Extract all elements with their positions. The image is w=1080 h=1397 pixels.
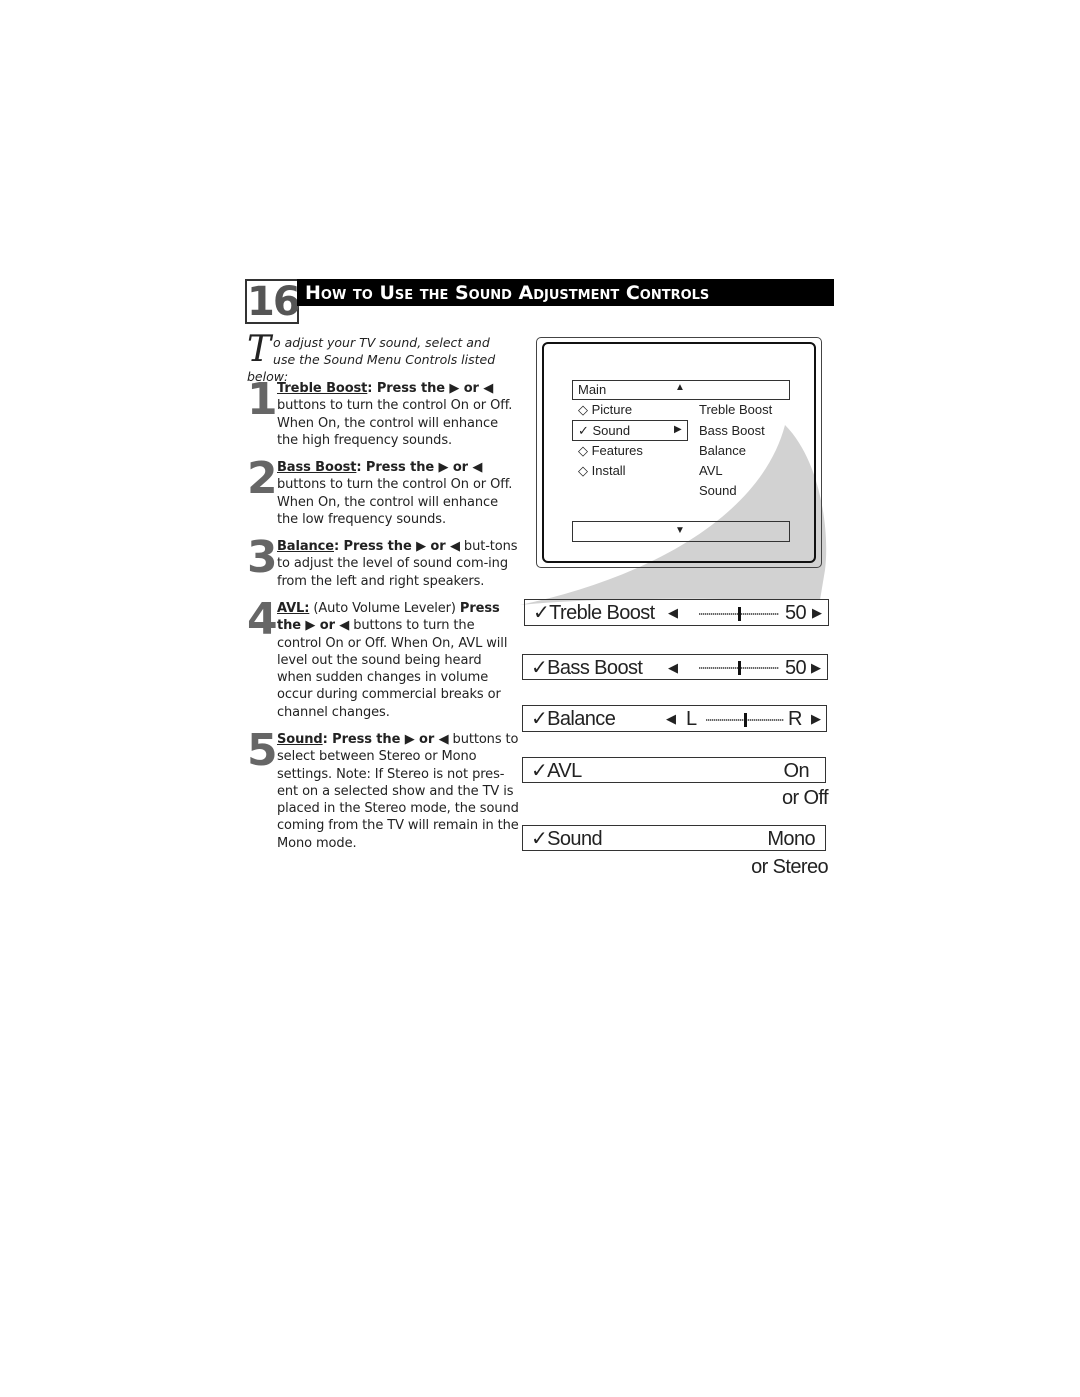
- menu-item-sound[interactable]: ✓ Sound: [578, 423, 630, 439]
- step-term: Treble Boost: [277, 381, 368, 396]
- drop-cap: T: [247, 329, 272, 370]
- intro-text: o adjust your TV sound, select and use t…: [247, 335, 496, 384]
- step-2: 2 Bass Boost: Press the ▶ or ◀ buttons t…: [247, 453, 519, 528]
- step-number: 5: [247, 725, 278, 776]
- control-value: Mono: [767, 828, 815, 850]
- triangle-right-icon: ▶: [674, 424, 682, 435]
- step-3: 3 Balance: Press the ▶ or ◀ but-tons to …: [247, 532, 519, 590]
- step-lead: : Press the ▶ or ◀: [322, 732, 449, 747]
- intro-paragraph: T o adjust your TV sound, select and use…: [247, 329, 507, 385]
- step-body: buttons to turn the control On or Off. W…: [277, 618, 508, 720]
- step-body: buttons to turn the control On or Off. W…: [277, 477, 513, 527]
- balance-slider[interactable]: [706, 713, 784, 727]
- step-number: 4: [247, 594, 278, 645]
- bass-slider[interactable]: [699, 661, 779, 675]
- step-number: 1: [247, 374, 278, 425]
- step-1: 1 Treble Boost: Press the ▶ or ◀ buttons…: [247, 374, 519, 449]
- balance-control[interactable]: ✓Balance ◀ L R ▶: [522, 705, 827, 732]
- step-term: AVL:: [277, 601, 310, 616]
- control-value: 50: [785, 657, 807, 679]
- right-arrow-icon[interactable]: ▶: [811, 655, 821, 681]
- page-number: 16: [245, 279, 301, 325]
- treble-slider[interactable]: [699, 607, 779, 621]
- submenu-treble-boost[interactable]: Treble Boost: [699, 402, 772, 417]
- control-label: ✓Bass Boost: [531, 657, 643, 679]
- step-number: 2: [247, 453, 278, 504]
- submenu-balance[interactable]: Balance: [699, 443, 746, 458]
- sound-control[interactable]: ✓Sound Mono: [522, 825, 826, 851]
- avl-control[interactable]: ✓AVL On: [522, 757, 826, 783]
- step-number: 3: [247, 532, 278, 583]
- balance-right-label: R: [788, 708, 802, 730]
- menu-item-picture[interactable]: ◇ Picture: [578, 402, 632, 418]
- sound-alt-value: or Stereo: [751, 856, 828, 878]
- left-arrow-icon[interactable]: ◀: [668, 655, 678, 681]
- menu-item-features[interactable]: ◇ Features: [578, 443, 643, 459]
- step-lead: : Press the ▶ or ◀: [334, 539, 460, 554]
- step-lead: : Press the ▶ or ◀: [367, 381, 494, 396]
- submenu-avl[interactable]: AVL: [699, 463, 723, 478]
- step-term: Sound: [277, 732, 323, 747]
- menu-item-install[interactable]: ◇ Install: [578, 463, 626, 479]
- control-label: ✓AVL: [531, 760, 582, 782]
- slider-knob[interactable]: [744, 713, 747, 727]
- step-4: 4 AVL: (Auto Volume Leveler) Press the ▶…: [247, 594, 519, 721]
- step-term: Bass Boost: [277, 460, 357, 475]
- step-lead: : Press the ▶ or ◀: [356, 460, 483, 475]
- right-arrow-icon[interactable]: ▶: [812, 600, 822, 626]
- control-label: ✓Treble Boost: [533, 602, 655, 624]
- submenu-bass-boost[interactable]: Bass Boost: [699, 423, 765, 438]
- control-label: ✓Balance: [531, 708, 616, 730]
- left-arrow-icon[interactable]: ◀: [668, 600, 678, 626]
- control-value: On: [783, 760, 810, 782]
- control-label: ✓Sound: [531, 828, 603, 850]
- step-term: Balance: [277, 539, 334, 554]
- step-pre: (Auto Volume Leveler): [309, 601, 460, 616]
- page-title: How to Use the Sound Adjustment Controls: [297, 279, 834, 306]
- slider-knob[interactable]: [738, 661, 741, 675]
- treble-boost-control[interactable]: ✓Treble Boost ◀ 50 ▶: [524, 599, 829, 626]
- right-arrow-icon[interactable]: ▶: [811, 706, 821, 732]
- triangle-down-icon[interactable]: ▼: [675, 525, 685, 536]
- balance-left-label: L: [686, 708, 697, 730]
- left-arrow-icon[interactable]: ◀: [666, 706, 676, 732]
- bass-boost-control[interactable]: ✓Bass Boost ◀ 50 ▶: [522, 654, 828, 680]
- menu-title: Main: [578, 382, 607, 397]
- slider-knob[interactable]: [738, 607, 741, 621]
- triangle-up-icon[interactable]: ▲: [675, 382, 685, 393]
- step-body: buttons to turn the control On or Off. W…: [277, 398, 513, 448]
- avl-alt-value: or Off: [781, 787, 829, 809]
- step-5: 5 Sound: Press the ▶ or ◀ buttons to sel…: [247, 725, 519, 852]
- submenu-sound[interactable]: Sound: [699, 483, 737, 498]
- control-value: 50: [785, 602, 807, 624]
- step-body: buttons to select between Stereo or Mono…: [277, 732, 519, 851]
